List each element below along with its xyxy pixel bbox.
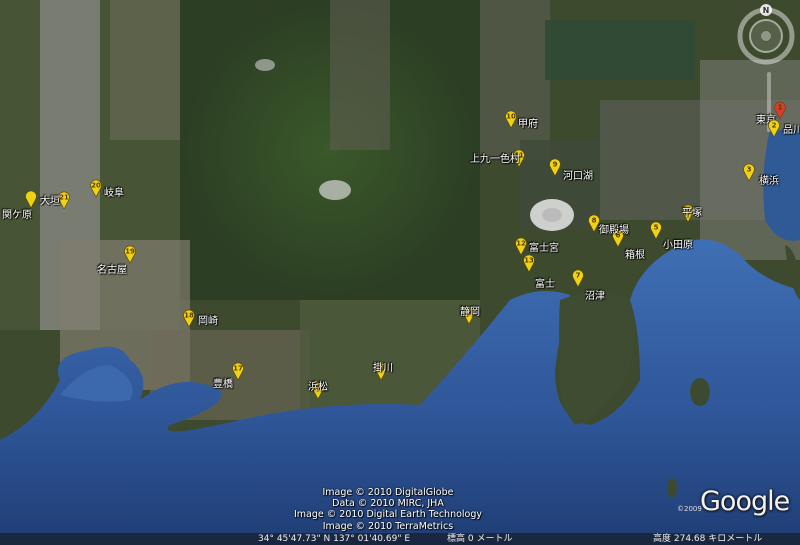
- map-pin-icon: 13: [523, 254, 535, 273]
- pin-number: 10: [506, 113, 516, 121]
- map-pin-marker[interactable]: 10: [504, 109, 518, 129]
- place-label[interactable]: 関ケ原: [2, 206, 32, 221]
- map-pin-icon: 9: [549, 158, 561, 177]
- pin-number: 9: [553, 161, 558, 169]
- place-label[interactable]: 平塚: [682, 204, 702, 219]
- place-label[interactable]: 豊橋: [213, 375, 233, 390]
- place-label[interactable]: 箱根: [625, 246, 645, 261]
- pin-number: 5: [654, 224, 659, 232]
- pin-number: 12: [516, 240, 526, 248]
- elevation-readout: 標高 0 メートル: [447, 534, 513, 544]
- place-label[interactable]: 横浜: [759, 172, 779, 187]
- place-label[interactable]: 甲府: [518, 115, 538, 130]
- north-label: N: [763, 6, 770, 15]
- google-logo: Google: [700, 486, 790, 517]
- map-pin-icon: 7: [572, 269, 584, 288]
- map-pin-marker[interactable]: 13: [522, 253, 536, 273]
- map-pin-icon: 5: [650, 221, 662, 240]
- map-pin-icon: 18: [183, 309, 195, 328]
- satellite-map[interactable]: N 1 品川 東京 2 3 横浜 4 平塚 5 小田原 6 箱根 8 御殿場 9 河口湖 10 甲府 11 上九一色村…: [0, 0, 800, 545]
- place-label[interactable]: 静岡: [460, 303, 480, 318]
- place-label[interactable]: 富士宮: [529, 239, 559, 254]
- place-label[interactable]: 上九一色村: [470, 150, 520, 165]
- pin-number: 21: [59, 194, 69, 202]
- map-pin-marker[interactable]: 2: [767, 118, 781, 138]
- map-pin-icon: 10: [505, 110, 517, 129]
- credit-line: Image © 2010 DigitalGlobe: [322, 487, 454, 498]
- place-label[interactable]: 浜松: [308, 378, 328, 393]
- place-label[interactable]: 沼津: [585, 287, 605, 302]
- map-pin-marker[interactable]: 18: [182, 308, 196, 328]
- pin-number: 7: [576, 272, 581, 280]
- pin-number: 2: [772, 122, 777, 130]
- pin-number: 8: [592, 217, 597, 225]
- map-pin-marker[interactable]: 3: [742, 162, 756, 182]
- map-pin-icon: 2: [768, 119, 780, 138]
- logo-year: ©2009: [677, 505, 702, 513]
- map-pin-icon: 17: [232, 362, 244, 381]
- place-label[interactable]: 小田原: [663, 236, 693, 251]
- map-pin-icon: 20: [90, 179, 102, 198]
- pin-number: 17: [233, 365, 243, 373]
- pin-number: 3: [747, 166, 752, 174]
- eye-altitude-readout: 高度 274.68 キロメートル: [653, 534, 763, 544]
- coordinates-readout: 34° 45'47.73" N 137° 01'40.69" E: [258, 534, 411, 544]
- map-pin-icon: 3: [743, 163, 755, 182]
- place-label[interactable]: 岐阜: [104, 184, 124, 199]
- map-pin-marker[interactable]: 17: [231, 361, 245, 381]
- pin-number: 18: [184, 312, 194, 320]
- pin-number: 13: [524, 257, 534, 265]
- place-label[interactable]: 河口湖: [563, 167, 593, 182]
- place-label[interactable]: 大垣: [40, 192, 60, 207]
- map-pin-marker[interactable]: 5: [649, 220, 663, 240]
- pin-number: 19: [125, 248, 135, 256]
- place-label[interactable]: 富士: [535, 275, 555, 290]
- navigation-control[interactable]: N: [736, 0, 800, 72]
- map-pin-marker[interactable]: 9: [548, 157, 562, 177]
- status-bar: 34° 45'47.73" N 137° 01'40.69" E 標高 0 メー…: [0, 533, 800, 545]
- place-label[interactable]: 掛川: [373, 359, 393, 374]
- place-label[interactable]: 岡崎: [198, 312, 218, 327]
- pin-number: 20: [91, 182, 101, 190]
- place-label[interactable]: 名古屋: [97, 261, 127, 276]
- place-label[interactable]: 品川: [783, 121, 800, 136]
- pin-number: 1: [778, 104, 783, 112]
- place-label[interactable]: 御殿場: [599, 221, 629, 236]
- credit-line: Image © 2010 TerraMetrics: [322, 520, 454, 532]
- map-pin-marker[interactable]: 20: [89, 178, 103, 198]
- map-pin-marker[interactable]: 7: [571, 268, 585, 288]
